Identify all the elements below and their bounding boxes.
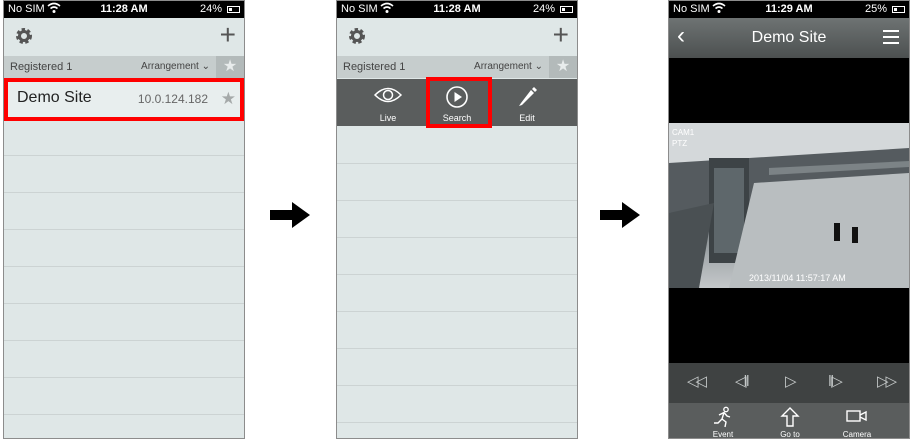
video-feed[interactable]: CAM1 PTZ 2013/11/04 11:57:17 AM <box>669 123 909 288</box>
list-item <box>337 312 577 349</box>
registered-count: Registered 1 <box>10 61 73 73</box>
camera-label-text: Camera <box>842 430 872 439</box>
camera-label: CAM1 PTZ <box>672 127 694 149</box>
list-item <box>4 156 244 193</box>
list-item <box>337 201 577 238</box>
screen-playback: No SIM 11:29 AM 25% ‹ Demo Site CAM1 PTZ … <box>668 0 910 439</box>
list-item <box>4 378 244 415</box>
battery-percent: 24% <box>532 3 555 15</box>
edit-label: Edit <box>519 113 535 123</box>
video-camera-icon <box>846 410 867 422</box>
list-item <box>4 341 244 378</box>
fast-forward-icon[interactable]: ▷▷ <box>877 372 897 390</box>
list-item <box>337 238 577 275</box>
play-icon[interactable]: ▷ <box>785 372 796 390</box>
list-item <box>337 164 577 201</box>
hamburger-icon[interactable] <box>883 30 899 48</box>
camera-name: CAM1 <box>672 128 695 137</box>
list-item <box>4 304 244 341</box>
screen-site-actions: No SIM 11:28 AM 24% + Registered 1 Arran… <box>336 0 578 439</box>
list-item <box>337 349 577 386</box>
goto-label: Go to <box>780 430 800 439</box>
page-title: Demo Site <box>751 29 827 46</box>
nav-bar: ‹ Demo Site <box>669 18 909 58</box>
highlight-box <box>426 77 492 128</box>
plus-icon[interactable]: + <box>220 21 236 49</box>
list-item <box>4 193 244 230</box>
registered-count: Registered 1 <box>343 61 406 73</box>
camera-image <box>669 123 909 288</box>
live-label: Live <box>379 113 397 123</box>
list-item <box>4 230 244 267</box>
plus-icon[interactable]: + <box>553 21 569 49</box>
right-arrow-icon <box>270 200 310 235</box>
event-label: Event <box>712 430 734 439</box>
battery-icon <box>892 6 905 13</box>
battery-icon <box>227 6 240 13</box>
live-button[interactable]: Live <box>358 79 418 126</box>
highlight-box <box>4 78 244 121</box>
battery-icon <box>560 6 573 13</box>
bottom-toolbar: Event Go to Camera <box>669 403 909 439</box>
list-item <box>4 267 244 304</box>
screen-site-list: No SIM 11:28 AM 24% + Registered 1 Arran… <box>3 0 245 439</box>
event-button[interactable]: Event <box>693 403 753 439</box>
top-toolbar: + <box>337 18 577 56</box>
list-item <box>337 386 577 423</box>
camera-button[interactable]: Camera <box>827 403 887 439</box>
gear-icon[interactable] <box>14 26 34 51</box>
arrangement-dropdown[interactable]: Arrangement ⌄ <box>141 61 210 72</box>
list-header: Registered 1 Arrangement ⌄ ★ <box>337 56 577 78</box>
fast-rewind-icon[interactable]: ◁◁ <box>687 372 707 390</box>
gear-icon[interactable] <box>347 26 367 51</box>
status-bar: No SIM 11:29 AM 25% <box>669 1 909 18</box>
battery-percent: 25% <box>864 3 887 15</box>
top-toolbar: + <box>4 18 244 56</box>
video-timestamp: 2013/11/04 11:57:17 AM <box>749 273 846 283</box>
goto-button[interactable]: Go to <box>760 403 820 439</box>
battery-percent: 24% <box>199 3 222 15</box>
edit-button[interactable]: Edit <box>497 79 557 126</box>
right-arrow-icon <box>600 200 640 235</box>
eye-icon <box>373 87 403 103</box>
star-icon[interactable]: ★ <box>549 56 577 78</box>
status-bar: No SIM 11:28 AM 24% <box>337 1 577 18</box>
list-header: Registered 1 Arrangement ⌄ ★ <box>4 56 244 78</box>
list-item <box>337 275 577 312</box>
playback-controls: ◁◁ ◁‖ ▷ ‖▷ ▷▷ <box>669 363 909 403</box>
list-item <box>4 119 244 156</box>
running-man-icon <box>714 406 731 428</box>
arrangement-dropdown[interactable]: Arrangement ⌄ <box>474 61 543 72</box>
ptz-label: PTZ <box>672 139 688 148</box>
list-item <box>337 127 577 164</box>
status-bar: No SIM 11:28 AM 24% <box>4 1 244 18</box>
step-forward-icon[interactable]: ‖▷ <box>828 372 843 390</box>
goto-arrow-icon <box>780 407 800 427</box>
star-icon[interactable]: ★ <box>216 56 244 78</box>
step-back-icon[interactable]: ◁‖ <box>735 372 750 390</box>
pencil-icon <box>519 87 537 106</box>
